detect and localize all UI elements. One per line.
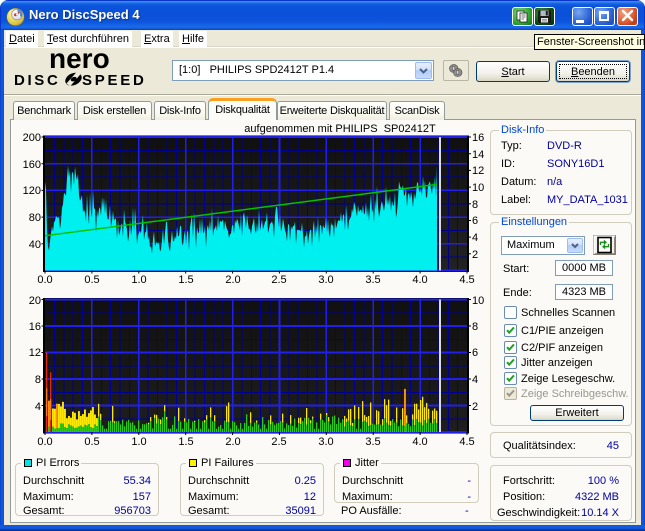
svg-text:DISC: DISC <box>14 72 60 87</box>
svg-text:160: 160 <box>23 159 41 171</box>
svg-text:20: 20 <box>29 295 41 307</box>
svg-text:3.5: 3.5 <box>365 436 380 448</box>
svg-text:3.0: 3.0 <box>318 436 333 448</box>
svg-text:6: 6 <box>472 215 478 227</box>
svg-text:2: 2 <box>472 249 478 261</box>
svg-text:8: 8 <box>35 374 41 386</box>
svg-text:10: 10 <box>472 182 484 194</box>
svg-text:4: 4 <box>472 374 478 386</box>
svg-text:1.0: 1.0 <box>131 436 146 448</box>
svg-text:4.5: 4.5 <box>459 436 474 448</box>
svg-text:4.0: 4.0 <box>412 274 427 286</box>
svg-text:3.0: 3.0 <box>318 274 333 286</box>
svg-text:200: 200 <box>23 132 41 144</box>
svg-text:3.5: 3.5 <box>365 274 380 286</box>
svg-text:16: 16 <box>29 321 41 333</box>
svg-text:120: 120 <box>23 185 41 197</box>
svg-text:1.5: 1.5 <box>178 436 193 448</box>
svg-text:16: 16 <box>472 132 484 144</box>
svg-text:12: 12 <box>29 347 41 359</box>
svg-text:2: 2 <box>472 401 478 413</box>
svg-text:0.0: 0.0 <box>37 436 52 448</box>
svg-text:8: 8 <box>472 199 478 211</box>
svg-text:4: 4 <box>35 401 41 413</box>
svg-text:SPEED: SPEED <box>82 72 146 87</box>
svg-text:6: 6 <box>472 347 478 359</box>
svg-text:2.0: 2.0 <box>225 436 240 448</box>
svg-text:12: 12 <box>472 165 484 177</box>
svg-text:10: 10 <box>472 295 484 307</box>
svg-text:0.0: 0.0 <box>37 274 52 286</box>
svg-text:14: 14 <box>472 149 484 161</box>
svg-text:40: 40 <box>29 239 41 251</box>
svg-text:4: 4 <box>472 232 478 244</box>
svg-text:2.0: 2.0 <box>225 274 240 286</box>
svg-text:4.0: 4.0 <box>412 436 427 448</box>
svg-text:0.5: 0.5 <box>84 436 99 448</box>
svg-text:1.5: 1.5 <box>178 274 193 286</box>
svg-text:80: 80 <box>29 212 41 224</box>
svg-text:8: 8 <box>472 321 478 333</box>
svg-text:4.5: 4.5 <box>459 274 474 286</box>
svg-text:2.5: 2.5 <box>271 436 286 448</box>
svg-text:0.5: 0.5 <box>84 274 99 286</box>
svg-text:aufgenommen mit PHILIPS SP024: aufgenommen mit PHILIPS SP02412T <box>244 123 436 135</box>
svg-text:1.0: 1.0 <box>131 274 146 286</box>
svg-text:2.5: 2.5 <box>271 274 286 286</box>
